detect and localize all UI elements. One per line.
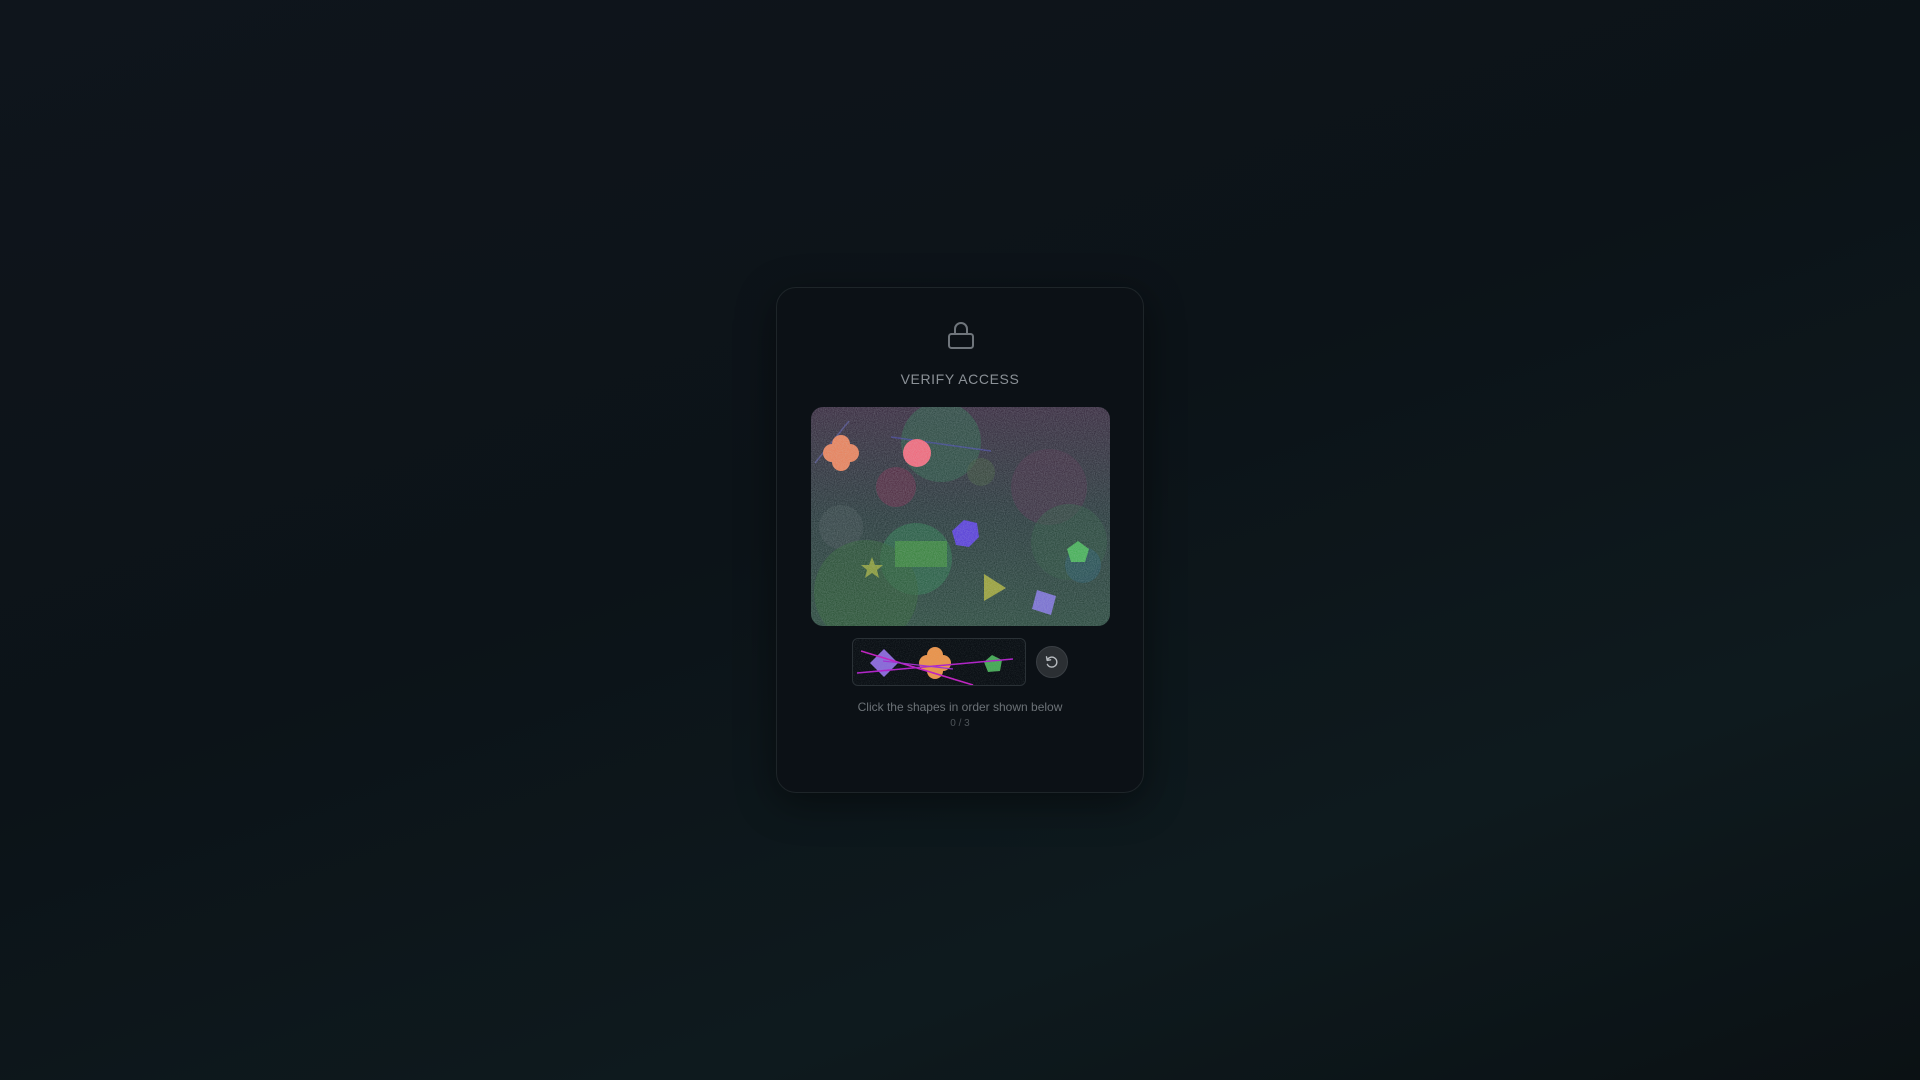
progress-counter: 0 / 3 — [950, 718, 970, 729]
captcha-card: VERIFY ACCESS Click the shapes in order … — [776, 287, 1144, 793]
captcha-title: VERIFY ACCESS — [900, 371, 1020, 387]
target-sequence-strip — [852, 638, 1026, 686]
lock-icon — [947, 320, 975, 350]
captcha-challenge-canvas[interactable] — [811, 407, 1110, 626]
instruction-text: Click the shapes in order shown below — [857, 700, 1063, 714]
reset-button[interactable] — [1036, 646, 1068, 678]
refresh-icon — [1045, 656, 1058, 668]
